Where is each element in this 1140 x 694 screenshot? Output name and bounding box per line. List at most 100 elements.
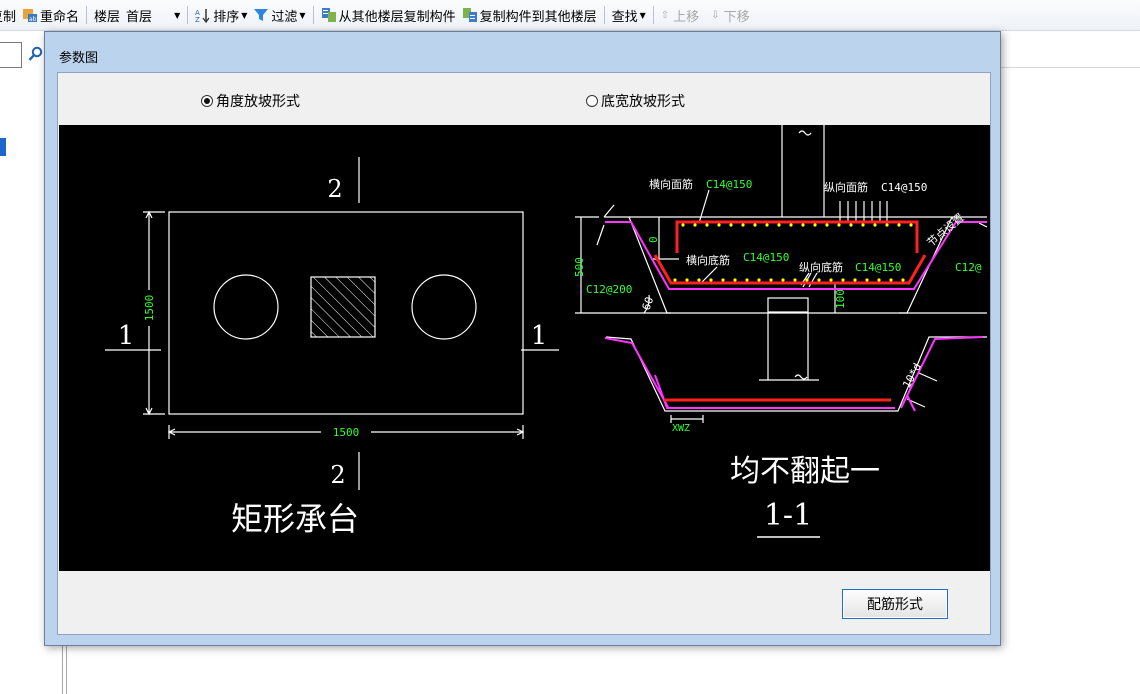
bar-dot — [829, 278, 833, 282]
search-input[interactable] — [0, 42, 22, 68]
main-toolbar: 复制 ab 重命名 楼层 首层 ▼ AZ 排序 ▼ 过滤 ▼ 从其他楼层复制构件 — [0, 0, 1140, 31]
rename-icon: ab — [22, 7, 38, 23]
svg-text:ab: ab — [29, 16, 37, 23]
toolbar-separator — [86, 6, 88, 24]
bar-dot — [853, 278, 857, 282]
bar-dot — [673, 278, 677, 282]
label-angle: 60 — [640, 295, 657, 312]
section-mark-left: 1 — [118, 321, 135, 351]
rebar-form-button[interactable]: 配筋形式 — [842, 589, 948, 619]
bar-dot — [681, 223, 685, 227]
bar-dot — [801, 223, 805, 227]
toolbar-separator — [603, 6, 605, 24]
section-mark-right: 1 — [531, 321, 548, 351]
find-button[interactable]: 查找 ▼ — [609, 3, 649, 27]
bar-dot — [685, 278, 689, 282]
label-xwz: XWZ — [672, 423, 690, 434]
filter-button[interactable]: 过滤 ▼ — [250, 3, 308, 27]
section-mark-top: 2 — [327, 175, 342, 203]
radio-angle-slope[interactable]: 角度放坡形式 — [201, 91, 300, 111]
bar-dot — [741, 223, 745, 227]
dialog-title: 参数图 — [59, 51, 99, 66]
copy-to-floor-icon — [462, 7, 478, 23]
parameter-dialog: 参数图 角度放坡形式 底宽放坡形式 1500 1500 2 2 1 1 矩形承台… — [44, 31, 1001, 646]
toolbar-separator — [652, 6, 654, 24]
bar-dot — [837, 223, 841, 227]
bar-dot — [805, 278, 809, 282]
bar-dot — [765, 223, 769, 227]
bar-dot — [757, 278, 761, 282]
copy-to-other-floors-button[interactable]: 复制构件到其他楼层 — [459, 3, 600, 27]
search-icon[interactable] — [28, 46, 44, 62]
pile-right — [411, 274, 477, 340]
move-down-button[interactable]: ⇩ 下移 — [702, 3, 752, 27]
chevron-down-icon: ▼ — [174, 10, 181, 20]
toolbar-separator — [312, 6, 314, 24]
copy-from-other-floors-button[interactable]: 从其他楼层复制构件 — [318, 3, 459, 27]
label-longitudinal-bottom-spec: C14@150 — [855, 261, 901, 274]
copy-from-other-floors-label: 从其他楼层复制构件 — [338, 9, 456, 25]
label-longitudinal-top: 纵向面筋 — [824, 180, 868, 194]
arrow-up-icon: ⇧ — [660, 9, 670, 21]
column-section — [310, 276, 376, 338]
bar-dot — [781, 278, 785, 282]
move-up-button[interactable]: ⇧ 上移 — [658, 3, 702, 27]
radio-width-label: 底宽放坡形式 — [601, 94, 685, 110]
bar-dot — [865, 278, 869, 282]
bar-dot — [753, 223, 757, 227]
bar-dot — [889, 278, 893, 282]
sort-button[interactable]: AZ 排序 ▼ — [192, 3, 250, 27]
toolbar-separator — [187, 6, 189, 24]
copy-button[interactable]: 复制 — [0, 3, 19, 27]
divider — [62, 645, 63, 694]
bar-dot — [789, 223, 793, 227]
selection-marker — [0, 138, 6, 156]
bar-dot — [793, 278, 797, 282]
label-transverse-top-spec: C14@150 — [706, 178, 752, 191]
bar-dot — [729, 223, 733, 227]
copy-label: 复制 — [0, 9, 17, 25]
floor-select-value: 首层 — [126, 9, 153, 25]
sort-az-icon: AZ — [195, 7, 211, 24]
rename-label: 重命名 — [40, 9, 80, 25]
slope-type-radio-group: 角度放坡形式 底宽放坡形式 — [58, 73, 990, 123]
radio-unchecked-icon — [586, 95, 598, 107]
bar-dot — [697, 278, 701, 282]
bar-dot — [873, 223, 877, 227]
bar-dot — [849, 223, 853, 227]
label-longitudinal-top-spec: C14@150 — [881, 181, 927, 194]
rename-button[interactable]: ab 重命名 — [19, 3, 82, 27]
bar-dot — [721, 278, 725, 282]
label-zero: 0 — [647, 236, 660, 243]
plan-dim-horizontal: 1500 — [333, 426, 360, 439]
bar-dot — [861, 223, 865, 227]
bar-dot — [745, 278, 749, 282]
section-title: 1-1 — [764, 498, 812, 533]
label-height: 500 — [573, 257, 586, 277]
pile-head — [767, 297, 809, 313]
section-view — [575, 125, 988, 423]
radio-width-slope[interactable]: 底宽放坡形式 — [586, 91, 685, 111]
arrow-down-icon: ⇩ — [711, 9, 720, 21]
plan-view — [105, 157, 559, 490]
bar-dot — [733, 278, 737, 282]
label-side-spec-right: C12@ — [955, 261, 982, 274]
main-rebar — [653, 220, 927, 402]
filter-icon — [253, 7, 269, 23]
label-transverse-top: 横向面筋 — [649, 177, 693, 191]
dialog-body: 角度放坡形式 底宽放坡形式 1500 1500 2 2 1 1 矩形承台 横向面… — [57, 72, 991, 635]
plan-dim-vertical: 1500 — [143, 295, 156, 322]
bar-dot — [709, 278, 713, 282]
plan-title: 矩形承台 — [231, 500, 359, 538]
bar-dot — [841, 278, 845, 282]
label-longitudinal-bottom: 纵向底筋 — [799, 260, 843, 274]
bar-dot — [825, 223, 829, 227]
bar-dot — [909, 223, 913, 227]
chevron-down-icon: ▼ — [241, 10, 248, 20]
label-cover: 100 — [834, 289, 847, 309]
label-transverse-bottom: 横向底筋 — [686, 253, 730, 267]
section-mark-bottom: 2 — [330, 461, 345, 489]
floor-select[interactable]: 首层 ▼ — [123, 5, 183, 25]
radio-checked-icon — [201, 95, 213, 107]
bar-dot — [901, 278, 905, 282]
